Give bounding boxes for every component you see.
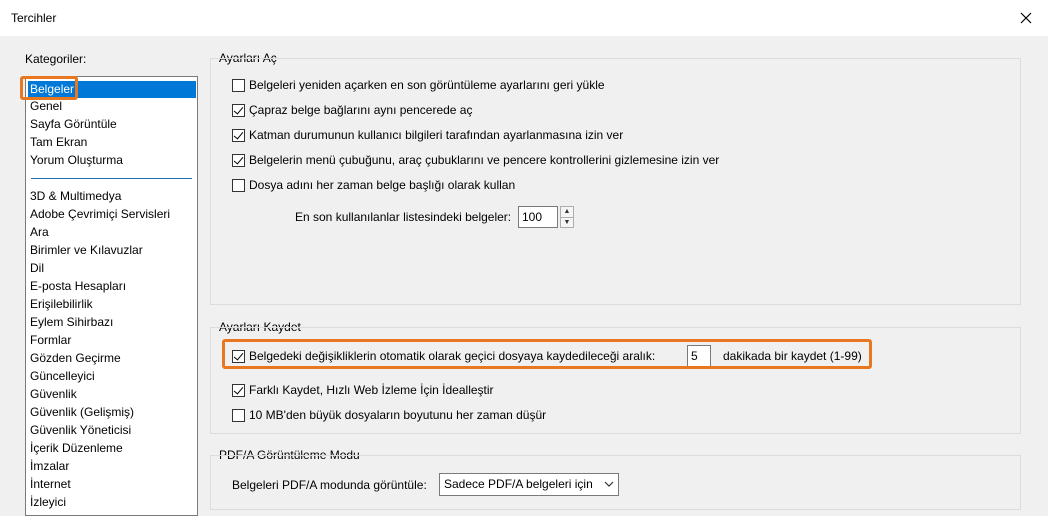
option-reduce-size[interactable]: 10 MB'den büyük dosyaların boyutunu her … — [232, 407, 546, 423]
option-restore-view-settings[interactable]: Belgeleri yeniden açarken en son görüntü… — [232, 77, 605, 93]
cross-doc-links-label: Çapraz belge bağlarını aynı pencerede aç — [249, 103, 473, 117]
fast-web-view-label: Farklı Kaydet, Hızlı Web İzleme İçin İde… — [249, 383, 494, 397]
category-item-birimler[interactable]: Birimler ve Kılavuzlar — [30, 242, 143, 259]
category-item-belgeler[interactable]: Belgeler — [28, 81, 196, 98]
category-item-dil[interactable]: Dil — [30, 260, 44, 277]
category-item-sayfa-goruntule[interactable]: Sayfa Görüntüle — [30, 116, 117, 133]
autosave-interval-input[interactable]: 5 — [687, 345, 711, 367]
option-filename-title[interactable]: Dosya adını her zaman belge başlığı olar… — [232, 177, 515, 193]
category-item-adobe-servisleri[interactable]: Adobe Çevrimiçi Servisleri — [30, 206, 170, 223]
category-item-eposta[interactable]: E-posta Hesapları — [30, 278, 126, 295]
category-item-erisilebilirlik[interactable]: Erişilebilirlik — [30, 296, 93, 313]
category-item-imzalar[interactable]: İmzalar — [30, 458, 69, 475]
category-item-izleyici[interactable]: İzleyici — [30, 494, 66, 511]
option-fast-web-view[interactable]: Farklı Kaydet, Hızlı Web İzleme İçin İde… — [232, 382, 494, 398]
chevron-down-icon — [604, 474, 614, 503]
autosave-label: Belgedeki değişikliklerin otomatik olara… — [249, 349, 656, 363]
category-item-genel[interactable]: Genel — [30, 98, 62, 115]
recent-docs-input[interactable]: 100 — [518, 206, 558, 228]
filename-title-label: Dosya adını her zaman belge başlığı olar… — [249, 178, 516, 192]
window-title: Tercihler — [11, 11, 57, 25]
category-item-3d-multimedya[interactable]: 3D & Multimedya — [30, 188, 121, 205]
category-item-gozden-gecirme[interactable]: Gözden Geçirme — [30, 350, 121, 367]
category-item-guvenlik-yoneticisi[interactable]: Güvenlik Yöneticisi — [30, 422, 131, 439]
reduce-size-checkbox[interactable] — [232, 408, 245, 422]
option-hide-menus[interactable]: Belgelerin menü çubuğunu, araç çubukları… — [232, 152, 719, 168]
category-item-icerik-duzenleme[interactable]: İçerik Düzenleme — [30, 440, 123, 457]
close-button[interactable] — [1004, 0, 1048, 36]
category-item-ara[interactable]: Ara — [30, 224, 49, 241]
spin-down-icon[interactable]: ▼ — [561, 217, 573, 227]
layer-state-checkbox[interactable] — [232, 128, 245, 142]
categories-label: Kategoriler: — [25, 52, 87, 66]
category-item-guvenlik-gelismis[interactable]: Güvenlik (Gelişmiş) — [30, 404, 134, 421]
hide-menus-label: Belgelerin menü çubuğunu, araç çubukları… — [249, 153, 720, 167]
close-icon — [1020, 12, 1032, 24]
spin-up-icon[interactable]: ▲ — [561, 207, 573, 217]
category-item-formlar[interactable]: Formlar — [30, 332, 71, 349]
restore-view-label: Belgeleri yeniden açarken en son görüntü… — [249, 78, 605, 92]
reduce-size-label: 10 MB'den büyük dosyaların boyutunu her … — [249, 408, 547, 422]
category-separator — [31, 178, 192, 179]
category-item-yorum-olusturma[interactable]: Yorum Oluşturma — [30, 152, 123, 169]
title-bar: Tercihler — [0, 0, 1048, 36]
category-list[interactable]: Belgeler Genel Sayfa Görüntüle Tam Ekran… — [25, 76, 198, 516]
category-item-guvenlik[interactable]: Güvenlik — [30, 386, 77, 403]
category-item-internet[interactable]: İnternet — [30, 476, 71, 493]
hide-menus-checkbox[interactable] — [232, 153, 245, 167]
recent-docs-label: En son kullanılanlar listesindeki belgel… — [295, 210, 512, 224]
filename-title-checkbox[interactable] — [232, 178, 245, 192]
pdfa-label: Belgeleri PDF/A modunda görüntüle: — [232, 478, 427, 492]
pdfa-mode-value: Sadece PDF/A belgeleri için — [444, 477, 593, 491]
category-item-tam-ekran[interactable]: Tam Ekran — [30, 134, 87, 151]
option-layer-state[interactable]: Katman durumunun kullanıcı bilgileri tar… — [232, 127, 623, 143]
pdfa-mode-select[interactable]: Sadece PDF/A belgeleri için — [439, 473, 619, 496]
cross-doc-links-checkbox[interactable] — [232, 103, 245, 117]
option-cross-doc-links[interactable]: Çapraz belge bağlarını aynı pencerede aç — [232, 102, 472, 118]
autosave-checkbox[interactable] — [232, 349, 245, 363]
fast-web-view-checkbox[interactable] — [232, 383, 245, 397]
option-autosave[interactable]: Belgedeki değişikliklerin otomatik olara… — [232, 348, 655, 364]
category-item-guncelleyici[interactable]: Güncelleyici — [30, 368, 95, 385]
autosave-suffix: dakikada bir kaydet (1-99) — [723, 349, 862, 363]
category-item-eylem-sihirbazi[interactable]: Eylem Sihirbazı — [30, 314, 113, 331]
recent-docs-spinner[interactable]: ▲ ▼ — [560, 206, 574, 228]
restore-view-checkbox[interactable] — [232, 78, 245, 92]
layer-state-label: Katman durumunun kullanıcı bilgileri tar… — [249, 128, 624, 142]
